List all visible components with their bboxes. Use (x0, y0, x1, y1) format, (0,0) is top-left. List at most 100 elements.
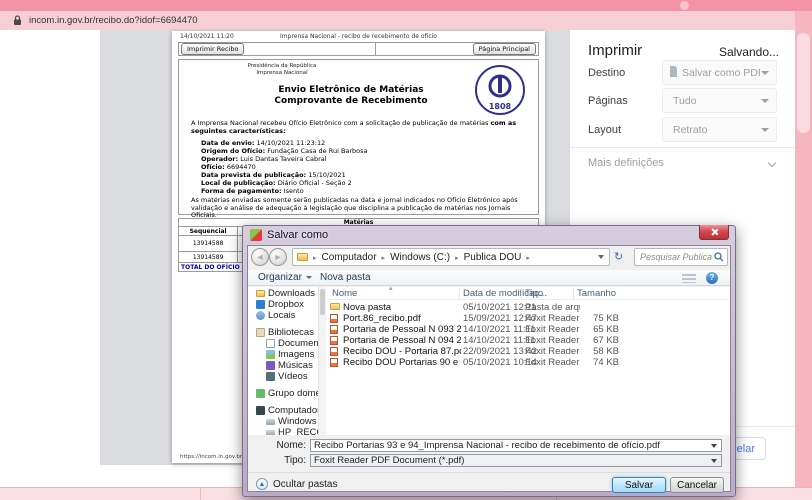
music-icon (266, 361, 275, 370)
list-item[interactable]: Port.86_recibo.pdf15/09/2021 12:47 Foxit… (327, 313, 729, 324)
recent-places-icon (256, 311, 265, 320)
breadcrumb[interactable]: Computador Windows (C:) Publica DOU (292, 248, 610, 266)
filetype-select[interactable]: Foxit Reader PDF Document (*.pdf) (310, 454, 722, 467)
views-icon[interactable] (682, 274, 696, 283)
folder-icon (330, 303, 340, 310)
screen: incom.in.gov.br/recibo.do?idof=6694470 1… (0, 0, 812, 500)
dialog-bottom-bar: ▲ Ocultar pastas Salvar Cancelar (248, 472, 730, 491)
vertical-scrollbar[interactable] (795, 11, 812, 500)
folder-icon (256, 290, 265, 297)
documents-icon (266, 339, 275, 348)
list-item[interactable]: Portaria de Pessoal N 094 2021 FCRB Desi… (327, 335, 729, 346)
filetype-row: Tipo: Foxit Reader PDF Document (*.pdf) (248, 454, 730, 468)
more-settings-toggle[interactable]: Mais definições (588, 157, 664, 169)
organize-menu[interactable]: Organizar (258, 272, 312, 283)
back-icon[interactable]: ◄ (251, 248, 269, 266)
column-header-tipo[interactable]: Tipo (525, 288, 543, 299)
print-header: 14/10/2021 11:20 Imprensa Nacional - rec… (180, 33, 537, 41)
save-as-dialog: Salvar como ◄ ► Computador Windows (C:) … (242, 225, 736, 497)
layout-label: Layout (588, 124, 621, 136)
print-panel-title: Imprimir (588, 42, 642, 59)
help-icon[interactable]: ? (706, 272, 718, 284)
sidebar-item-downloads[interactable]: Downloads (248, 288, 318, 299)
filename-label: Nome: (248, 440, 306, 451)
search-box[interactable]: Pesquisar Publica DOU (634, 248, 728, 266)
office-details: Data de envio: 14/10/2021 11:23:12 Orige… (201, 139, 368, 195)
folder-icon (297, 253, 308, 261)
sidebar-item-locais[interactable]: Locais (248, 310, 318, 321)
chevron-down-icon[interactable] (598, 255, 604, 259)
destination-label: Destino (588, 67, 625, 79)
browser-address-bar[interactable]: incom.in.gov.br/recibo.do?idof=6694470 (0, 11, 812, 30)
sidebar-item-musicas[interactable]: Músicas (248, 360, 318, 371)
layout-select[interactable]: Retrato (662, 117, 777, 142)
filename-input[interactable]: Recibo Portarias 93 e 94_Imprensa Nacion… (310, 439, 722, 452)
sidebar-item-computador[interactable]: Computador (248, 405, 318, 416)
intro-paragraph: A Imprensa Nacional recebeu Ofício Eletr… (191, 120, 524, 135)
sidebar-scrollbar[interactable] (318, 287, 326, 435)
list-item[interactable]: Recibo DOU - Portaria 87.pdf22/09/2021 1… (327, 346, 729, 357)
refresh-icon[interactable]: ↻ (614, 250, 623, 263)
dialog-address-row: ◄ ► Computador Windows (C:) Publica DOU … (250, 248, 728, 266)
print-header-title: Imprensa Nacional - recibo de recebiment… (180, 33, 537, 40)
list-item[interactable]: Recibo DOU Portarias 90 e 91.pdf05/10/20… (327, 357, 729, 368)
sidebar-item-documentos[interactable]: Documentos (248, 338, 318, 349)
pdf-file-icon (330, 358, 338, 367)
breadcrumb-trailing-arrow (521, 252, 535, 263)
hide-folders-arrow-icon: ▲ (256, 478, 268, 490)
sidebar-item-grupo-domestico[interactable]: Grupo doméstico (248, 388, 318, 399)
pagina-principal-button[interactable]: Página Principal (473, 43, 536, 55)
navigation-pane: Downloads Dropbox Locais Bibliotecas Doc… (248, 287, 318, 435)
filename-row: Nome: Recibo Portarias 93 e 94_Imprensa … (248, 439, 730, 453)
list-item[interactable]: Portaria de Pessoal N 093 2021 FCRB Disp… (327, 324, 729, 335)
sidebar-item-imagens[interactable]: Imagens (248, 349, 318, 360)
pdf-destination-icon (669, 66, 678, 80)
search-placeholder: Pesquisar Publica DOU (640, 252, 714, 262)
sidebar-item-videos[interactable]: Vídeos (248, 371, 318, 382)
file-list: ▴ Nome Data de modificaç... Tipo Tamanho… (327, 287, 729, 435)
forward-icon[interactable]: ► (269, 248, 287, 266)
pdf-file-icon (330, 336, 338, 345)
save-button[interactable]: Salvar (612, 477, 666, 493)
browser-avatar-circle[interactable] (680, 1, 689, 10)
dropbox-icon (256, 300, 265, 309)
drive-icon (266, 419, 275, 425)
pdf-file-icon (330, 347, 338, 356)
list-item[interactable]: Nova pasta05/10/2021 12:11 Pasta de arqu… (327, 302, 729, 313)
dialog-title: Salvar como (267, 229, 328, 241)
sidebar-item-dropbox[interactable]: Dropbox (248, 299, 318, 310)
hide-folders-button[interactable]: ▲ Ocultar pastas (256, 478, 337, 490)
homegroup-icon (256, 389, 265, 398)
document-body: Presidência da República Imprensa Nacion… (178, 59, 539, 215)
file-list-header: ▴ Nome Data de modificaç... Tipo Tamanho (327, 287, 729, 300)
libraries-icon (256, 328, 265, 337)
destination-select[interactable]: Salvar como PDF (662, 60, 777, 85)
breadcrumb-item[interactable]: Computador (308, 252, 377, 263)
new-folder-button[interactable]: Nova pasta (320, 272, 371, 283)
drive-icon (266, 430, 275, 436)
sidebar-item-windows-c[interactable]: Windows (C:) (248, 416, 318, 427)
file-browser: Downloads Dropbox Locais Bibliotecas Doc… (248, 287, 730, 435)
cancel-button[interactable]: Cancelar (670, 477, 724, 493)
column-header-nome[interactable]: Nome (332, 288, 357, 299)
breadcrumb-item[interactable]: Windows (C:) (377, 252, 451, 263)
dialog-toolbar: Organizar Nova pasta ? (248, 270, 730, 286)
close-icon[interactable] (699, 225, 729, 240)
notice-paragraph: As matérias enviadas somente serão publi… (191, 197, 518, 220)
filetype-label: Tipo: (248, 455, 306, 466)
scrollbar-thumb[interactable] (797, 33, 810, 133)
breadcrumb-item[interactable]: Publica DOU (450, 252, 521, 263)
pictures-icon (266, 350, 275, 359)
org-header: Presidência da República Imprensa Nacion… (207, 63, 357, 76)
pdf-file-icon (330, 325, 338, 334)
chevron-down-icon[interactable] (711, 459, 717, 463)
sidebar-item-bibliotecas[interactable]: Bibliotecas (248, 327, 318, 338)
chevron-down-icon (761, 71, 769, 75)
column-header-tamanho[interactable]: Tamanho (577, 288, 616, 299)
scrollbar-thumb[interactable] (320, 289, 325, 315)
document-toolbar: Imprimir Recibo Página Principal (178, 42, 539, 56)
chevron-down-icon[interactable] (711, 444, 717, 448)
sidebar-item-hp-recovery[interactable]: HP_RECOVERY (248, 427, 318, 435)
pages-select[interactable]: Tudo (662, 88, 777, 113)
imprimir-recibo-button[interactable]: Imprimir Recibo (181, 43, 244, 55)
